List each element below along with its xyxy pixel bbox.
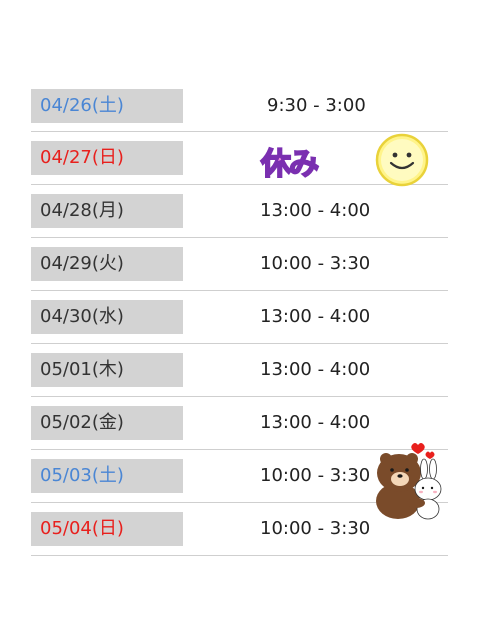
schedule-row: 04/27(日) 休み: [31, 132, 448, 187]
schedule-row: 05/04(日) 10:00 - 3:30: [31, 503, 448, 556]
schedule-row: 04/26(土) 9:30 - 3:00: [31, 80, 448, 132]
schedule-row: 05/01(木) 13:00 - 4:00: [31, 344, 448, 397]
time-range: 13:00 - 4:00: [260, 412, 371, 433]
schedule-list: 04/26(土) 9:30 - 3:00 04/27(日) 休み 04/28(月…: [31, 80, 448, 556]
time-range: 10:00 - 3:30: [260, 253, 371, 274]
schedule-row: 04/28(月) 13:00 - 4:00: [31, 185, 448, 238]
time-range: 13:00 - 4:00: [260, 200, 371, 221]
time-range: 10:00 - 3:30: [260, 518, 371, 539]
schedule-row: 04/30(水) 13:00 - 4:00: [31, 291, 448, 344]
date-label: 04/29(火): [31, 247, 183, 281]
date-label: 04/27(日): [31, 141, 183, 175]
date-label: 04/28(月): [31, 194, 183, 228]
time-range: 9:30 - 3:00: [267, 95, 366, 116]
schedule-row: 05/03(土) 10:00 - 3:30: [31, 443, 448, 520]
date-label: 05/04(日): [31, 512, 183, 546]
time-range: 13:00 - 4:00: [260, 306, 371, 327]
date-label: 04/26(土): [31, 89, 183, 123]
time-range: 13:00 - 4:00: [260, 359, 371, 380]
date-label: 05/03(土): [31, 459, 183, 493]
time-range: 10:00 - 3:30: [260, 465, 371, 486]
holiday-label: 休み: [260, 146, 320, 183]
date-label: 04/30(水): [31, 300, 183, 334]
schedule-row: 04/29(火) 10:00 - 3:30: [31, 238, 448, 291]
smiley-icon: [375, 133, 429, 187]
date-label: 05/02(金): [31, 406, 183, 440]
date-label: 05/01(木): [31, 353, 183, 387]
